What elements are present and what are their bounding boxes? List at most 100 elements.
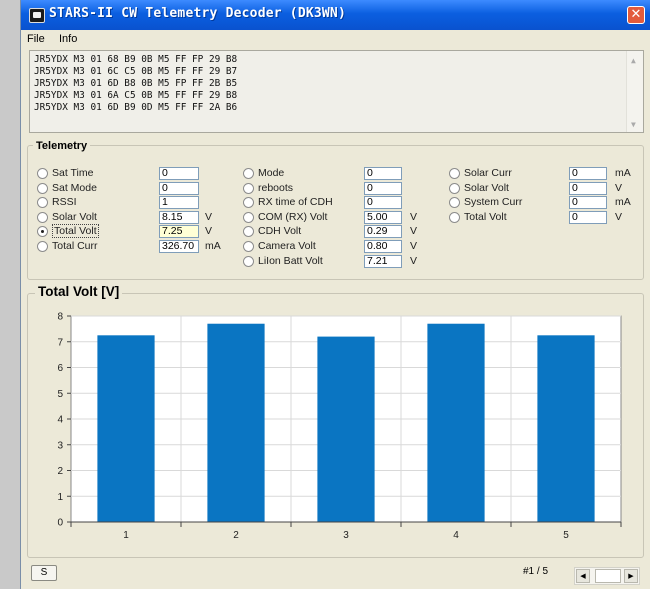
radio-button[interactable]: [243, 197, 254, 209]
field-label[interactable]: Solar Curr: [464, 167, 512, 179]
field-label[interactable]: Sat Time: [52, 167, 93, 179]
radio-button[interactable]: [243, 168, 254, 179]
field-value[interactable]: 0: [569, 210, 607, 224]
field-value[interactable]: 0: [364, 181, 402, 195]
field-unit: V: [205, 210, 213, 223]
field-label[interactable]: System Curr: [464, 196, 522, 208]
radio-button[interactable]: [37, 226, 48, 238]
scroll-up-icon[interactable]: ▲: [631, 55, 636, 67]
field-value[interactable]: 1: [159, 196, 199, 210]
telemetry-group-label: Telemetry: [33, 140, 91, 152]
field-label[interactable]: Solar Volt: [52, 211, 97, 223]
field-value[interactable]: 0: [569, 167, 607, 180]
telemetry-field: CDH Volt 0.29 V: [243, 225, 433, 239]
field-value[interactable]: 0: [569, 181, 607, 195]
field-value[interactable]: 0: [159, 167, 199, 180]
scroll-down-icon[interactable]: ▼: [631, 119, 636, 131]
radio-button[interactable]: [449, 168, 460, 179]
field-label[interactable]: Mode: [258, 167, 284, 179]
total-volt-chart: 0 1 2 3 4 5 6 7 8 1 2 3 4 5: [57, 312, 622, 541]
scroll-left-icon[interactable]: ◀: [576, 569, 590, 583]
field-label[interactable]: RX time of CDH: [258, 196, 333, 208]
field-label[interactable]: Solar Volt: [464, 182, 509, 194]
field-value[interactable]: 326.70: [159, 240, 199, 253]
field-value[interactable]: 0.29: [364, 225, 402, 239]
field-unit: V: [410, 210, 418, 223]
field-unit: V: [410, 254, 418, 267]
y-tick-label: 7: [57, 337, 63, 348]
field-label[interactable]: reboots: [258, 182, 293, 194]
telemetry-field: Solar Volt 8.15 V: [37, 210, 227, 225]
scroll-thumb[interactable]: [595, 569, 621, 583]
x-tick-label: 1: [123, 530, 129, 541]
telemetry-field: Total Volt 7.25 V: [37, 224, 227, 239]
radio-button[interactable]: [449, 211, 460, 223]
menu-info[interactable]: Info: [59, 33, 77, 45]
field-value[interactable]: 8.15: [159, 210, 199, 224]
y-tick-label: 0: [57, 518, 63, 529]
field-value[interactable]: 0: [364, 167, 402, 180]
field-label[interactable]: Total Volt: [464, 211, 507, 223]
radio-button[interactable]: [243, 255, 254, 267]
log-line: JR5YDX M3 01 6A C5 0B M5 FF FF 29 B8: [34, 90, 238, 101]
radio-button[interactable]: [37, 182, 48, 194]
field-unit: mA: [205, 240, 221, 252]
window-title: STARS-II CW Telemetry Decoder (DK3WN): [49, 6, 346, 21]
log-scrollbar[interactable]: ▲ ▼: [626, 51, 643, 132]
bar: [317, 336, 375, 522]
menu-file[interactable]: File: [27, 33, 45, 45]
app-window: STARS-II CW Telemetry Decoder (DK3WN) ✕ …: [20, 0, 650, 589]
radio-button[interactable]: [243, 241, 254, 252]
radio-button[interactable]: [37, 197, 48, 209]
scroll-right-icon[interactable]: ▶: [624, 569, 638, 583]
y-tick-label: 4: [57, 415, 63, 426]
field-unit: V: [615, 181, 623, 194]
field-label[interactable]: CDH Volt: [258, 225, 301, 237]
telemetry-field: Solar Curr 0 mA: [449, 167, 639, 181]
y-tick-label: 8: [57, 312, 63, 323]
field-unit: V: [615, 210, 623, 223]
field-label[interactable]: Total Volt: [52, 224, 99, 239]
field-value[interactable]: 5.00: [364, 210, 402, 224]
radio-button[interactable]: [243, 211, 254, 223]
radio-button[interactable]: [449, 182, 460, 194]
radio-button[interactable]: [37, 168, 48, 179]
telemetry-field: RSSI 1: [37, 196, 227, 210]
bar: [207, 323, 265, 522]
field-label[interactable]: Sat Mode: [52, 182, 97, 194]
page-scrollbar[interactable]: ◀ ▶: [574, 567, 640, 585]
title-bar[interactable]: STARS-II CW Telemetry Decoder (DK3WN) ✕: [21, 0, 650, 30]
telemetry-field: Camera Volt 0.80 V: [243, 240, 433, 254]
y-tick-label: 6: [57, 363, 63, 374]
field-value[interactable]: 0: [159, 181, 199, 195]
telemetry-field: Solar Volt 0 V: [449, 181, 639, 196]
log-line: JR5YDX M3 01 6C C5 0B M5 FF FF 29 B7: [34, 66, 238, 77]
y-tick-label: 5: [57, 389, 63, 400]
telemetry-log[interactable]: ▲ ▼ JR5YDX M3 01 68 B9 0B M5 FF FP 29 B8…: [29, 50, 644, 133]
log-line: JR5YDX M3 01 68 B9 0B M5 FF FP 29 B8: [34, 54, 238, 65]
telemetry-field: Total Curr 326.70 mA: [37, 240, 227, 254]
s-button[interactable]: S: [31, 565, 57, 581]
field-label[interactable]: COM (RX) Volt: [258, 211, 327, 223]
radio-button[interactable]: [243, 182, 254, 194]
field-value[interactable]: 7.25: [159, 225, 199, 239]
telemetry-field: Mode 0: [243, 167, 433, 181]
field-value[interactable]: 0.80: [364, 240, 402, 253]
close-button[interactable]: ✕: [627, 6, 645, 24]
field-label[interactable]: LiIon Batt Volt: [258, 255, 323, 267]
radio-button[interactable]: [243, 226, 254, 238]
field-value[interactable]: 7.21: [364, 254, 402, 268]
close-icon: ✕: [630, 7, 642, 22]
field-label[interactable]: RSSI: [52, 196, 77, 208]
field-label[interactable]: Camera Volt: [258, 240, 316, 252]
field-value[interactable]: 0: [364, 196, 402, 210]
cat-icon: [29, 8, 45, 23]
radio-button[interactable]: [449, 197, 460, 209]
y-tick-label: 2: [57, 466, 63, 477]
radio-button[interactable]: [37, 211, 48, 223]
radio-button[interactable]: [37, 241, 48, 252]
x-tick-label: 4: [453, 530, 459, 541]
field-label[interactable]: Total Curr: [52, 240, 98, 252]
field-value[interactable]: 0: [569, 196, 607, 210]
menu-bar: File Info: [21, 30, 650, 48]
